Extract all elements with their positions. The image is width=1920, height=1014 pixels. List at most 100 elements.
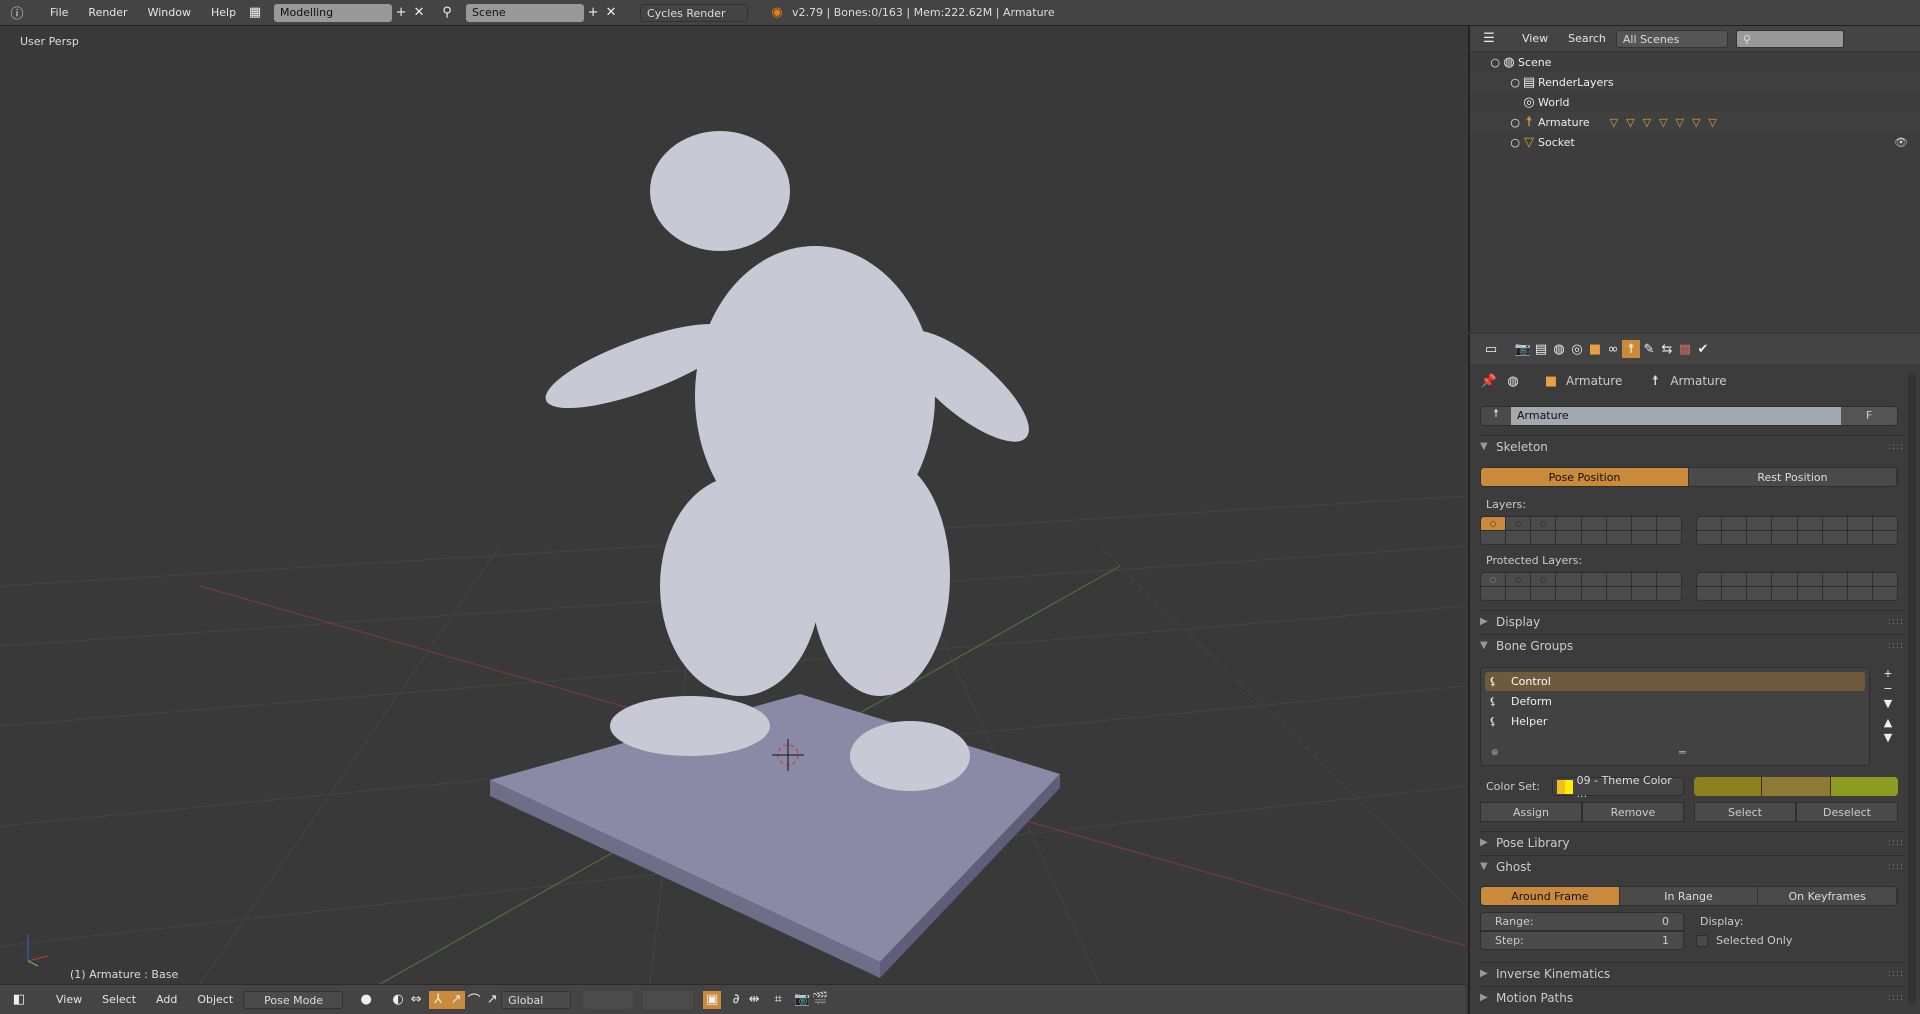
add-scene-icon[interactable]: + (584, 4, 602, 22)
normal-color[interactable] (1694, 777, 1763, 796)
shading-icon[interactable]: ● (357, 991, 375, 1009)
datablock-name-input[interactable]: Armature (1511, 407, 1841, 425)
move-up-icon[interactable]: ▲ (1878, 716, 1898, 729)
list-filter-icon[interactable]: ⊕ (1491, 748, 1499, 758)
protected-layers-grid-left[interactable]: ○ ○ ○ (1480, 572, 1682, 601)
bone-groups-panel-header[interactable]: ▼ Bone Groups:::: (1480, 634, 1904, 656)
tab-renderlayers-icon[interactable]: ▤ (1532, 340, 1550, 358)
rest-position-button[interactable]: Rest Position (1689, 468, 1897, 486)
ghost-step-field[interactable]: Step: 1 (1480, 931, 1684, 950)
fake-user-button[interactable]: F (1841, 407, 1897, 425)
properties-scrollbar[interactable] (1908, 374, 1916, 1004)
move-icon[interactable]: ↗ (447, 990, 466, 1009)
remove-button[interactable]: Remove (1582, 802, 1684, 822)
snap-target-icon[interactable]: ⌗ (769, 991, 787, 1009)
tab-physics-icon[interactable]: ✔ (1694, 340, 1712, 358)
tab-scene-icon[interactable]: ◍ (1550, 340, 1568, 358)
display-panel-header[interactable]: ▶ Display:::: (1480, 610, 1904, 632)
menu-help[interactable]: Help (201, 6, 246, 19)
properties-type-icon[interactable]: ▭ (1482, 340, 1500, 358)
tab-render-icon[interactable]: 📷 (1514, 340, 1532, 358)
display-mode-select[interactable]: All Scenes (1615, 29, 1728, 48)
outliner-menu-view[interactable]: View (1512, 32, 1558, 45)
motion-paths-panel-header[interactable]: ▶ Motion Paths:::: (1480, 986, 1904, 1008)
layout-icon[interactable]: ▦ (246, 4, 264, 22)
outliner-item-renderlayers[interactable]: ○ ▤ RenderLayers (1470, 72, 1920, 92)
remove-bone-group-icon[interactable]: − (1878, 682, 1898, 695)
menu-view[interactable]: View (46, 993, 92, 1006)
on-keyframes-button[interactable]: On Keyframes (1758, 887, 1897, 905)
outliner-item-world[interactable]: ◎ World (1470, 92, 1920, 112)
layout-select[interactable]: Modelling (274, 3, 393, 22)
add-layout-icon[interactable]: + (392, 4, 410, 22)
mode-select[interactable]: Pose Mode (243, 990, 344, 1009)
select-button[interactable]: Select (1694, 802, 1796, 822)
layers-grid-left[interactable]: ○ ○ ○ (1480, 516, 1682, 545)
add-bone-group-icon[interactable]: + (1878, 667, 1898, 680)
rotate-icon[interactable]: ⌒ (465, 991, 483, 1009)
specials-menu-icon[interactable]: ▼ (1878, 697, 1898, 710)
tab-object-icon[interactable]: ■ (1586, 340, 1604, 358)
menu-render[interactable]: Render (78, 6, 137, 19)
assign-button[interactable]: Assign (1480, 802, 1582, 822)
visibility-eye-icon[interactable]: 👁 (1894, 136, 1908, 149)
pin-icon[interactable]: 📌 (1480, 372, 1498, 390)
outliner-item-socket[interactable]: ○ ▽ Socket 👁 (1470, 132, 1920, 152)
pose-library-panel-header[interactable]: ▶ Pose Library:::: (1480, 831, 1904, 853)
outliner-item-armature[interactable]: ○ ☨ Armature ▽▽▽▽▽▽▽ (1470, 112, 1920, 132)
ghost-panel-header[interactable]: ▼ Ghost:::: (1480, 855, 1904, 877)
layers-grid-right[interactable] (1696, 516, 1898, 545)
bone-group-item-control[interactable]: ⚸ Control (1485, 672, 1865, 691)
3d-viewport[interactable]: User Persp (1) Armature : Base (0, 26, 1466, 984)
close-scene-icon[interactable]: ✕ (602, 4, 620, 22)
menu-file[interactable]: File (40, 6, 78, 19)
translate-icon[interactable]: ⅄ (429, 990, 448, 1009)
tab-bone-icon[interactable]: ✎ (1640, 340, 1658, 358)
outliner-item-scene[interactable]: ○ ◍ Scene (1470, 52, 1920, 72)
deselect-button[interactable]: Deselect (1796, 802, 1898, 822)
lock-layers-icon[interactable]: ▣ (703, 990, 722, 1009)
render-icon[interactable]: 📷 (793, 991, 811, 1009)
layer-buttons[interactable] (583, 990, 634, 1009)
outliner-search-input[interactable]: ⚲ (1735, 29, 1844, 48)
menu-select[interactable]: Select (92, 993, 146, 1006)
menu-add[interactable]: Add (146, 993, 187, 1006)
select-color[interactable] (1762, 777, 1831, 796)
pivot-icon[interactable]: ◐ (389, 991, 407, 1009)
proportional-edit-icon[interactable]: ∂ (727, 991, 745, 1009)
skeleton-panel-header[interactable]: ▼ Skeleton:::: (1480, 435, 1904, 457)
selected-only-checkbox[interactable]: Selected Only (1696, 934, 1792, 947)
bone-group-item-deform[interactable]: ⚸ Deform (1485, 691, 1865, 711)
clapper-icon[interactable]: 🎬 (811, 991, 829, 1009)
outliner-menu-search[interactable]: Search (1558, 32, 1616, 45)
manipulator-icon[interactable]: ⇔ (407, 991, 425, 1009)
armature-browse-icon[interactable]: ☨ (1481, 407, 1511, 425)
ghost-range-field[interactable]: Range: 0 (1480, 912, 1684, 931)
list-resize-handle[interactable]: ═ (1679, 746, 1686, 759)
editor-type-icon[interactable]: ◧ (10, 991, 28, 1009)
scene-select[interactable]: Scene (466, 3, 585, 22)
tab-armature-data-icon[interactable]: ☨ (1622, 340, 1640, 358)
snap-icon[interactable]: ⇹ (745, 991, 763, 1009)
render-engine-select[interactable]: Cycles Render (640, 3, 749, 22)
around-frame-button[interactable]: Around Frame (1481, 887, 1620, 905)
menu-window[interactable]: Window (138, 6, 201, 19)
layer-buttons-2[interactable] (643, 990, 694, 1009)
tab-bone-constraints-icon[interactable]: ⇆ (1658, 340, 1676, 358)
scale-icon[interactable]: ↗ (483, 991, 501, 1009)
move-down-icon[interactable]: ▼ (1878, 731, 1898, 744)
pose-position-button[interactable]: Pose Position (1481, 468, 1689, 486)
orientation-select[interactable]: Global (501, 990, 572, 1009)
in-range-button[interactable]: In Range (1619, 887, 1759, 905)
active-color[interactable] (1830, 777, 1898, 796)
tab-constraints-icon[interactable]: ∞ (1604, 340, 1622, 358)
menu-object[interactable]: Object (187, 993, 243, 1006)
tab-world-icon[interactable]: ◎ (1568, 340, 1586, 358)
color-set-select[interactable]: 09 - Theme Color ... (1552, 774, 1684, 800)
scene-icon[interactable]: ⚲ (438, 4, 456, 22)
outliner-type-icon[interactable]: ☰ (1480, 30, 1498, 48)
info-icon[interactable]: ⓘ (8, 4, 26, 22)
protected-layers-grid-right[interactable] (1696, 572, 1898, 601)
inverse-kinematics-panel-header[interactable]: ▶ Inverse Kinematics:::: (1480, 962, 1904, 984)
tab-texture-icon[interactable]: ▩ (1676, 340, 1694, 358)
